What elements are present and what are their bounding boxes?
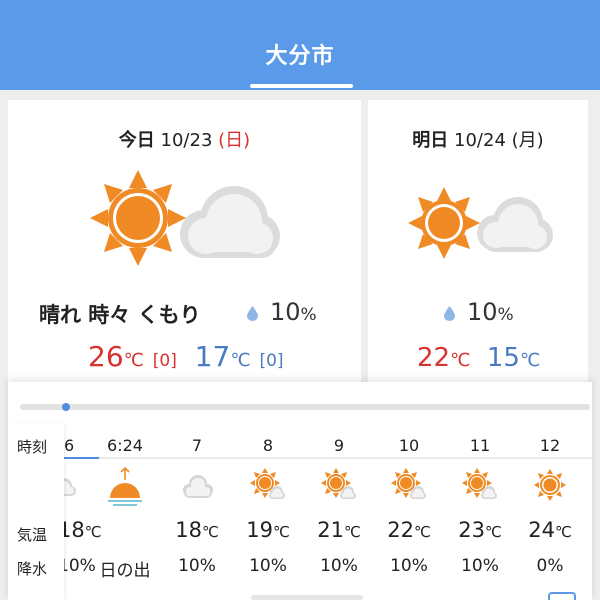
hourly-scroll-knob[interactable] bbox=[62, 403, 70, 411]
sun-cloud-icon bbox=[321, 468, 356, 499]
temp-row-label: 気温 bbox=[17, 526, 48, 544]
raindrop-icon bbox=[444, 306, 455, 321]
hour-column[interactable]: 7 18℃ 10% bbox=[162, 424, 232, 600]
tomorrow-card[interactable]: 明日 10/24 (月) 10% 22℃ 15℃ bbox=[368, 100, 588, 390]
sun-cloud-icon bbox=[250, 468, 285, 499]
today-precip: 10% bbox=[270, 298, 317, 326]
today-temps: 26℃ [0] 17℃ [0] bbox=[88, 340, 284, 373]
hour-column[interactable]: 11 23℃ 10% bbox=[445, 424, 515, 600]
tomorrow-date: 明日 10/24 (月) bbox=[412, 130, 544, 151]
today-forecast-text: 晴れ 時々 くもり bbox=[39, 303, 201, 327]
hour-column[interactable]: 8 19℃ 10% bbox=[233, 424, 303, 600]
raindrop-icon bbox=[247, 306, 258, 321]
sunrise-icon bbox=[108, 466, 142, 506]
row-labels: 時刻 気温 降水 bbox=[8, 424, 64, 600]
tomorrow-precip: 10% bbox=[467, 298, 514, 326]
sun-cloud-icon bbox=[90, 170, 280, 266]
tomorrow-temps: 22℃ 15℃ bbox=[417, 343, 541, 373]
sun-cloud-icon bbox=[462, 468, 497, 499]
rain-row-label: 降水 bbox=[17, 560, 48, 578]
hourly-forecast-panel[interactable]: 6 18℃ 10% 6:24 日の出 7 18℃ 10% 8 19℃ 10% 9… bbox=[8, 382, 592, 600]
tab-underline bbox=[250, 84, 353, 88]
today-card[interactable]: 今日 10/23 (日) 晴れ 時々 くもり 10% 26℃ [0] 17℃ [… bbox=[8, 100, 361, 390]
hour-column[interactable]: 12 24℃ 0% bbox=[515, 424, 585, 600]
app-header: 大分市 bbox=[0, 0, 600, 90]
city-title[interactable]: 大分市 bbox=[0, 38, 600, 70]
today-date: 今日 10/23 (日) bbox=[118, 130, 251, 151]
hour-column[interactable]: 6:24 日の出 bbox=[90, 424, 160, 600]
hourly-scroll-track[interactable] bbox=[20, 404, 590, 410]
sun-cloud-icon bbox=[391, 468, 426, 499]
hour-column[interactable]: 9 21℃ 10% bbox=[304, 424, 374, 600]
cloud-icon bbox=[183, 475, 213, 498]
time-row-label: 時刻 bbox=[17, 438, 48, 456]
expand-button[interactable] bbox=[548, 592, 576, 600]
sun-icon bbox=[534, 469, 566, 501]
hour-column[interactable]: 10 22℃ 10% bbox=[374, 424, 444, 600]
sun-cloud-icon bbox=[408, 187, 553, 259]
bottom-handle[interactable] bbox=[251, 595, 363, 600]
